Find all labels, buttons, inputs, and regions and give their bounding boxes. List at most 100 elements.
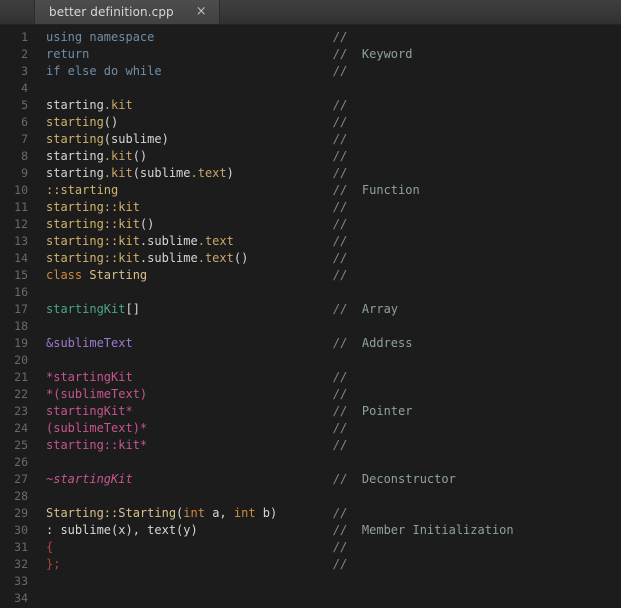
code-line[interactable]: 16 xyxy=(0,284,621,301)
comment-marker: // xyxy=(333,47,348,61)
code-line[interactable]: 21 *startingKit // xyxy=(0,369,621,386)
code-comment: // xyxy=(333,165,621,182)
code-comment: // xyxy=(333,267,621,284)
code-line[interactable]: 20 xyxy=(0,352,621,369)
code-line[interactable]: 15 class Starting// xyxy=(0,267,621,284)
line-number: 18 xyxy=(14,319,28,333)
comment-marker: // xyxy=(333,217,348,231)
code-line[interactable]: 27 ~startingKit // Deconstructor xyxy=(0,471,621,488)
code-editor-area[interactable]: 1 using namespace // 2 return // Keyword 3 if e… xyxy=(0,25,621,608)
code-line[interactable]: 31 {// xyxy=(0,539,621,556)
code-line[interactable]: 19 &sublimeText // Address xyxy=(0,335,621,352)
code-line[interactable]: 33 xyxy=(0,573,621,590)
comment-label: Member Initialization xyxy=(347,523,514,537)
line-number: 34 xyxy=(14,591,28,605)
code-comment xyxy=(333,80,621,97)
code-line[interactable]: 26 xyxy=(0,454,621,471)
line-number: 17 xyxy=(14,302,28,316)
comment-marker: // xyxy=(333,438,348,452)
code-token: startingKit xyxy=(46,302,126,316)
code-token: if else do while xyxy=(46,64,162,78)
comment-marker: // xyxy=(333,183,348,197)
comment-marker: // xyxy=(333,132,348,146)
code-text: starting() xyxy=(34,114,333,131)
code-line[interactable]: 11 starting::kit // xyxy=(0,199,621,216)
code-token: b) xyxy=(255,506,278,520)
code-comment: // xyxy=(333,233,621,250)
code-line[interactable]: 22 *(sublimeText) // xyxy=(0,386,621,403)
code-comment: // xyxy=(333,386,621,403)
code-token: ::starting xyxy=(46,183,119,197)
comment-marker: // xyxy=(333,30,348,44)
editor-window: better definition.cpp × 1 using namespace… xyxy=(0,0,621,608)
line-number: 14 xyxy=(14,251,28,265)
code-line[interactable]: 9 starting.kit(sublime.text)// xyxy=(0,165,621,182)
code-text: }; xyxy=(34,556,333,573)
code-text: startingKit[] xyxy=(34,301,333,318)
code-line[interactable]: 8 starting.kit()// xyxy=(0,148,621,165)
line-number: 12 xyxy=(14,217,28,231)
code-line[interactable]: 34 xyxy=(0,590,621,607)
code-line[interactable]: 1 using namespace // xyxy=(0,29,621,46)
close-icon[interactable]: × xyxy=(192,5,211,18)
code-line[interactable]: 28 xyxy=(0,488,621,505)
code-token: using namespace xyxy=(46,30,155,44)
code-token: int xyxy=(183,506,205,520)
comment-marker: // xyxy=(333,302,348,316)
code-line[interactable]: 24 (sublimeText)* // xyxy=(0,420,621,437)
code-token: () xyxy=(139,217,155,231)
code-line[interactable]: 12 starting::kit() // xyxy=(0,216,621,233)
code-text: starting::kit xyxy=(34,199,333,216)
code-token: starting::kit xyxy=(46,217,140,231)
tab-better-definition-cpp[interactable]: better definition.cpp × xyxy=(34,0,220,24)
code-line[interactable]: 3 if else do while // xyxy=(0,63,621,80)
comment-marker: // xyxy=(333,523,348,537)
comment-marker: // xyxy=(333,200,348,214)
code-token: starting xyxy=(46,149,104,163)
code-line[interactable]: 25 starting::kit* // xyxy=(0,437,621,454)
code-token: *(sublimeText) xyxy=(46,387,148,401)
line-number: 33 xyxy=(14,574,28,588)
code-line[interactable]: 23 startingKit* // Pointer xyxy=(0,403,621,420)
comment-marker: // xyxy=(333,149,348,163)
code-line[interactable]: 18 xyxy=(0,318,621,335)
code-text: starting.kit xyxy=(34,97,333,114)
code-line[interactable]: 17 startingKit[]// Array xyxy=(0,301,621,318)
code-token: ~startingKit xyxy=(46,472,133,486)
code-line[interactable]: 7 starting(sublime)// xyxy=(0,131,621,148)
code-token: () xyxy=(132,149,148,163)
comment-marker: // xyxy=(333,370,348,384)
code-comment xyxy=(333,284,621,301)
line-number: 20 xyxy=(14,353,28,367)
code-comment: // xyxy=(333,420,621,437)
code-text: startingKit* xyxy=(34,403,333,420)
code-comment: // xyxy=(333,97,621,114)
code-text: starting.kit(sublime.text) xyxy=(34,165,333,182)
line-number: 5 xyxy=(21,98,28,112)
comment-marker: // xyxy=(333,234,348,248)
code-token: starting xyxy=(46,115,104,129)
line-number: 2 xyxy=(21,47,28,61)
code-line[interactable]: 14 starting::kit.sublime.text()// xyxy=(0,250,621,267)
comment-marker: // xyxy=(333,540,348,554)
code-line[interactable]: 4 xyxy=(0,80,621,97)
code-line[interactable]: 32}; // xyxy=(0,556,621,573)
line-number: 16 xyxy=(14,285,28,299)
code-line[interactable]: 6 starting()// xyxy=(0,114,621,131)
code-line[interactable]: 13 starting::kit.sublime.text// xyxy=(0,233,621,250)
code-comment: // Keyword xyxy=(333,46,621,63)
code-comment: // Member Initialization xyxy=(333,522,621,539)
code-comment: // xyxy=(333,29,621,46)
code-line[interactable]: 30: sublime(x), text(y) // Member Initial… xyxy=(0,522,621,539)
code-line[interactable]: 5 starting.kit// xyxy=(0,97,621,114)
code-line[interactable]: 2 return // Keyword xyxy=(0,46,621,63)
line-number: 3 xyxy=(21,64,28,78)
code-token: starting::kit xyxy=(46,234,140,248)
code-line[interactable]: 10::starting // Function xyxy=(0,182,621,199)
code-token: (sublimeText)* xyxy=(46,421,148,435)
code-line[interactable]: 29 Starting::Starting(int a, int b)// xyxy=(0,505,621,522)
code-text: (sublimeText)* xyxy=(34,420,333,437)
